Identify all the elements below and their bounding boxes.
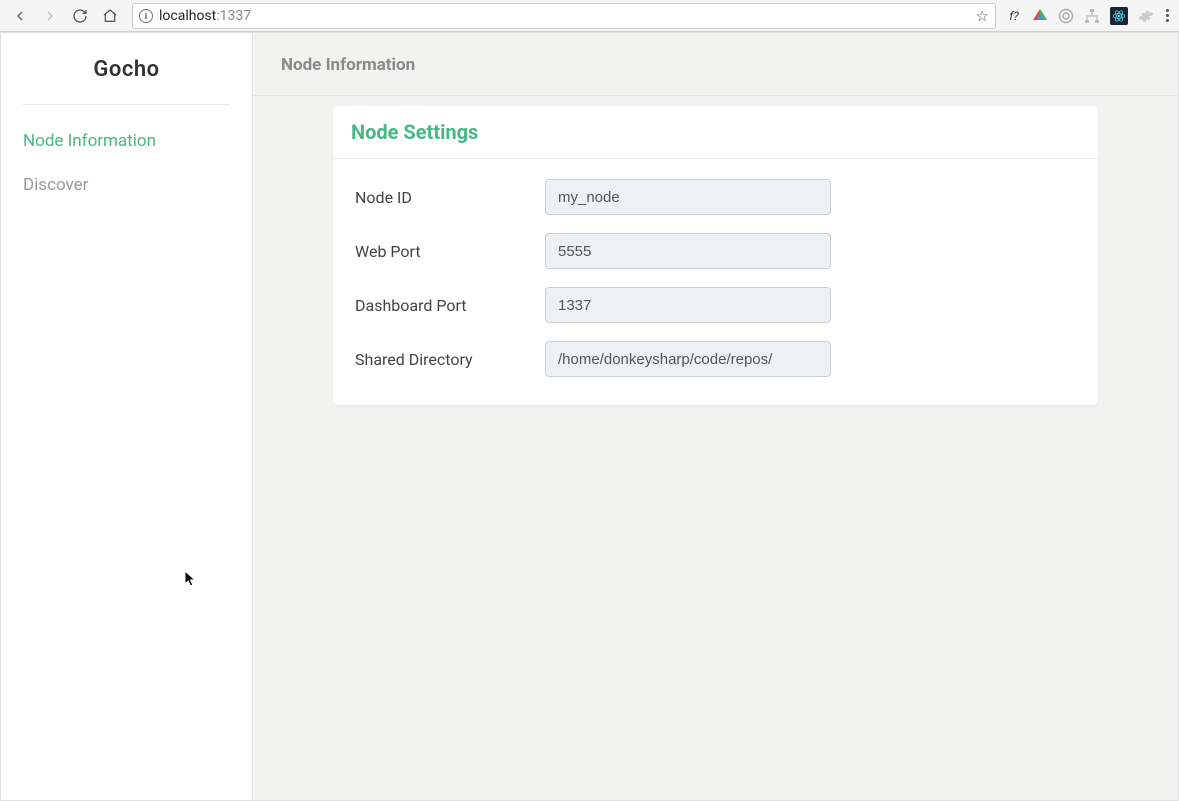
app-viewport: Gocho Node Information Discover Node Inf… [0,32,1179,801]
url-port: :1337 [216,8,251,24]
field-row-web-port: Web Port [355,233,1076,269]
sidebar-item-node-information[interactable]: Node Information [1,119,252,163]
label-node-id: Node ID [355,188,545,207]
ext-colors-icon[interactable] [1032,8,1048,24]
ext-target-icon[interactable] [1058,8,1074,24]
ext-fq-icon[interactable]: f? [1006,8,1022,24]
main-content: Node Information Node Settings Node ID W… [253,33,1178,800]
input-web-port[interactable] [545,233,831,269]
card-title: Node Settings [333,106,1098,159]
ext-tree-icon[interactable] [1084,8,1100,24]
bookmark-star-icon[interactable]: ☆ [976,7,989,25]
site-info-icon[interactable]: i [139,9,153,23]
input-node-id[interactable] [545,179,831,215]
forward-button[interactable] [36,2,64,30]
ext-react-icon[interactable] [1110,7,1128,25]
reload-button[interactable] [66,2,94,30]
browser-toolbar: i localhost:1337 ☆ f? [0,0,1179,32]
sidebar-item-discover[interactable]: Discover [1,163,252,207]
node-settings-card: Node Settings Node ID Web Port Dashboard… [333,106,1098,405]
input-dashboard-port[interactable] [545,287,831,323]
url-host: localhost [159,8,216,24]
sidebar: Gocho Node Information Discover [1,33,253,800]
page-title: Node Information [253,33,1178,96]
label-shared-directory: Shared Directory [355,350,545,369]
field-row-node-id: Node ID [355,179,1076,215]
browser-menu-button[interactable] [1162,9,1173,22]
label-dashboard-port: Dashboard Port [355,296,545,315]
field-row-dashboard-port: Dashboard Port [355,287,1076,323]
address-bar[interactable]: i localhost:1337 ☆ [132,3,996,29]
field-row-shared-directory: Shared Directory [355,341,1076,377]
back-button[interactable] [6,2,34,30]
divider [23,104,230,105]
brand-logo: Gocho [1,33,252,104]
ext-gear-icon[interactable] [1138,8,1154,24]
label-web-port: Web Port [355,242,545,261]
input-shared-directory[interactable] [545,341,831,377]
extension-icons: f? [1004,7,1160,25]
home-button[interactable] [96,2,124,30]
